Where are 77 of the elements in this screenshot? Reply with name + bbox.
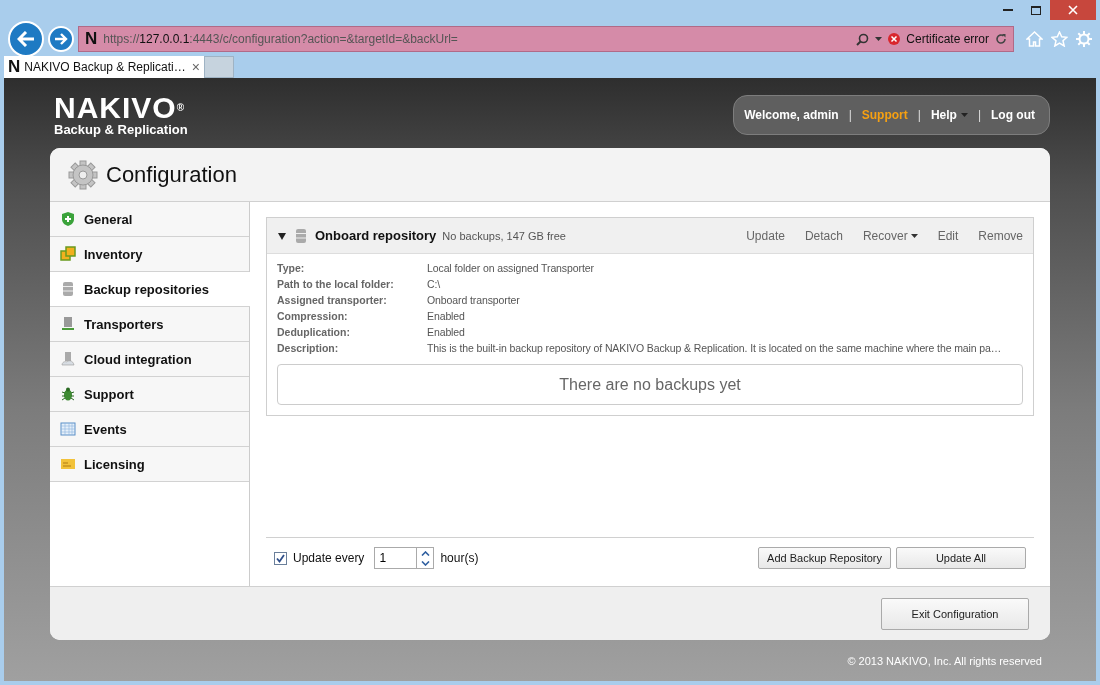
- detail-label: Deduplication:: [277, 326, 351, 338]
- action-link[interactable]: Recover: [862, 228, 918, 243]
- minimize-icon: [1003, 9, 1013, 11]
- detail-value: Onboard transporter: [427, 294, 521, 306]
- checkbox[interactable]: [274, 551, 287, 565]
- bug-icon: [60, 386, 76, 402]
- site-icon: N: [85, 29, 98, 49]
- arrow-right-icon: [54, 33, 68, 45]
- tab-close-button[interactable]: ×: [191, 59, 200, 75]
- server-icon: [60, 281, 76, 297]
- action-link[interactable]: Detach: [804, 228, 843, 243]
- star-icon[interactable]: [1051, 31, 1068, 47]
- action-link[interactable]: Remove: [978, 228, 1023, 243]
- caret-icon: [875, 37, 883, 41]
- sidebar-item[interactable]: Inventory: [50, 237, 249, 272]
- sidebar-item[interactable]: General: [50, 202, 249, 237]
- action-link[interactable]: Update: [746, 228, 785, 243]
- maximize-icon: [1031, 5, 1041, 15]
- page-title: Configuration: [106, 161, 237, 188]
- card-icon: [60, 456, 76, 472]
- detail-label: Assigned transporter:: [277, 294, 388, 306]
- separator: |: [917, 108, 921, 122]
- sidebar-item[interactable]: Licensing: [50, 447, 249, 482]
- site-icon: N: [8, 57, 21, 77]
- checkbox-label: Update every: [293, 551, 365, 565]
- caret-icon: [910, 233, 918, 238]
- tab-title: NAKIVO Backup & Replicati…: [24, 60, 187, 74]
- detail-label: Description:: [277, 342, 340, 354]
- action-button[interactable]: Add Backup Repository: [758, 547, 891, 569]
- sidebar-item[interactable]: Cloud integration: [50, 342, 249, 377]
- detail-label: Compression:: [277, 310, 349, 322]
- caret-icon: [960, 113, 968, 117]
- separator: |: [848, 108, 852, 122]
- separator: |: [977, 108, 981, 122]
- detail-value: Local folder on assigned Transporter: [427, 262, 595, 274]
- exit-button[interactable]: Exit Configuration: [881, 597, 1029, 630]
- detail-value: Enabled: [427, 310, 466, 322]
- arrow-left-icon: [17, 31, 35, 47]
- error-icon: [888, 33, 901, 45]
- empty-message: There are no backups yet: [277, 364, 1023, 405]
- number-field[interactable]: 1: [374, 547, 418, 569]
- server-icon: [293, 227, 309, 244]
- detail-value: C:\: [427, 278, 442, 290]
- certificate-error[interactable]: Certificate error: [906, 32, 989, 46]
- calendar-icon: [60, 421, 76, 437]
- welcome-text: Welcome, admin: [744, 108, 839, 122]
- squares-icon: [60, 246, 76, 262]
- browser-tab[interactable]: N NAKIVO Backup & Replicati… ×: [4, 56, 204, 78]
- sidebar-item[interactable]: Transporters: [50, 307, 249, 342]
- sidebar-item[interactable]: Backup repositories: [50, 272, 250, 307]
- repository-name: Onboard repository: [315, 228, 437, 243]
- address-bar[interactable]: N https://127.0.0.1:4443/c/configuration?action=&targetId=&backUrl= Certificate error: [78, 26, 1014, 52]
- action-link[interactable]: Edit: [937, 228, 959, 243]
- search-icon[interactable]: [856, 32, 870, 46]
- refresh-icon[interactable]: [995, 33, 1007, 45]
- action-button[interactable]: Update All: [896, 547, 1026, 569]
- detail-value: This is the built-in backup repository of NAKIVO Backup & Replication. It is located on the same machine where the main pa…: [427, 342, 1003, 354]
- forward-button[interactable]: [48, 26, 74, 52]
- detail-label: Type:: [277, 262, 306, 274]
- computer-icon: [60, 316, 76, 332]
- sidebar-item[interactable]: Events: [50, 412, 249, 447]
- unit-label: hour(s): [440, 551, 479, 565]
- url-text: https://127.0.0.1:4443/c/configuration?action=&targetId=&backUrl=: [103, 32, 459, 46]
- gear-icon: [68, 159, 98, 190]
- collapse-triangle-icon[interactable]: [277, 230, 287, 241]
- help-menu[interactable]: Help: [930, 108, 968, 122]
- repository-summary: No backups, 147 GB free: [442, 229, 567, 242]
- copyright-text: © 2013 NAKIVO, Inc. All rights reserved: [847, 654, 1042, 667]
- sidebar-item[interactable]: Support: [50, 377, 249, 412]
- cloud-icon: [60, 351, 76, 367]
- shield-icon: [60, 211, 76, 227]
- user-link[interactable]: Log out: [991, 108, 1035, 122]
- back-button[interactable]: [8, 21, 44, 57]
- detail-label: Path to the local folder:: [277, 278, 395, 290]
- logo: NAKIVO® Backup & Replication: [53, 93, 188, 137]
- close-icon: [1068, 5, 1078, 15]
- detail-value: Enabled: [427, 326, 466, 338]
